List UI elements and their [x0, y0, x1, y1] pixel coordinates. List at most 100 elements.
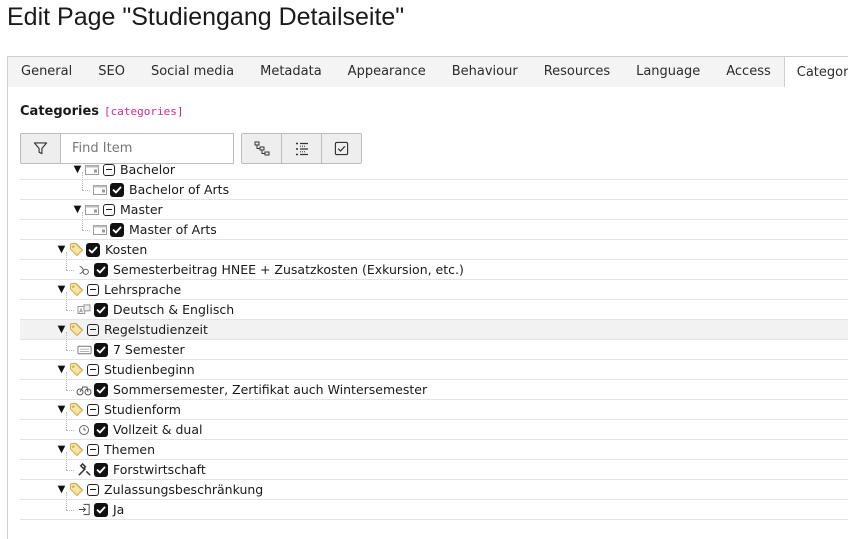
tree-row[interactable]: Bachelor of Arts: [20, 172, 848, 200]
tree-guide-line: [66, 430, 74, 431]
checked-checkbox-icon[interactable]: [110, 222, 124, 237]
categories-panel: Categories [categories] Find Item ▼ Bach…: [7, 87, 848, 539]
tree-row[interactable]: Sommersemester, Zertifikat auch Winterse…: [20, 372, 848, 400]
tree-guide-line: [66, 390, 74, 391]
tree-row[interactable]: A Deutsch & Englisch: [20, 292, 848, 320]
folder-icon: [92, 222, 108, 238]
tree-guide-line: [66, 350, 74, 351]
partial-checkbox-icon[interactable]: [87, 483, 99, 496]
tag-icon: [68, 442, 84, 458]
tree-guide-line: [82, 172, 83, 190]
field-code: [categories]: [104, 105, 184, 118]
tree-item-label: Bachelor of Arts: [129, 182, 230, 197]
tree-row[interactable]: 7 Semester: [20, 332, 848, 360]
tree-guide-line: [66, 332, 67, 350]
tree-item-label: Master: [120, 202, 163, 217]
tab-behaviour[interactable]: Behaviour: [439, 57, 531, 87]
tree-item-label: Regelstudienzeit: [104, 322, 208, 337]
partial-checkbox-icon[interactable]: [103, 203, 115, 216]
tree-item-label: Studienbeginn: [104, 362, 195, 377]
tree-row[interactable]: ▼ Kosten: [20, 240, 848, 260]
tag-icon: [68, 402, 84, 418]
filter-icon: [33, 142, 48, 155]
tag-icon: [68, 322, 84, 338]
bicycle-icon: [76, 382, 92, 398]
tree-row[interactable]: ▼ Studienbeginn: [20, 360, 848, 380]
tree-guide-line: [66, 470, 74, 471]
tree-row[interactable]: ▼ Lehrsprache: [20, 280, 848, 300]
tree-item-label: Bachelor: [120, 162, 175, 177]
tree-row[interactable]: ▼ Regelstudienzeit: [20, 320, 848, 340]
tree-row[interactable]: Semesterbeitrag HNEE + Zusatzkosten (Exk…: [20, 252, 848, 280]
tree-item-label: Semesterbeitrag HNEE + Zusatzkosten (Exk…: [113, 262, 464, 277]
folder-icon: [92, 182, 108, 198]
tree-item-label: Studienform: [104, 402, 181, 417]
tab-social-media[interactable]: Social media: [138, 57, 247, 87]
tab-resources[interactable]: Resources: [531, 57, 623, 87]
tag-icon: [68, 482, 84, 498]
tree-guide-line: [66, 412, 67, 430]
field-label-text: Categories: [20, 104, 100, 119]
checked-checkbox-icon[interactable]: [94, 422, 108, 437]
tree-row[interactable]: Master of Arts: [20, 212, 848, 240]
tree-item-label: Themen: [104, 442, 156, 457]
folder-icon: [84, 162, 100, 178]
tree-item-label: Forstwirtschaft: [113, 462, 206, 477]
clock-icon: [76, 422, 92, 438]
tree-row[interactable]: Ja: [20, 492, 848, 520]
tab-language[interactable]: Language: [623, 57, 713, 87]
partial-checkbox-icon[interactable]: [87, 443, 99, 456]
calendar-icon: [76, 342, 92, 358]
tab-general[interactable]: General: [8, 57, 85, 87]
tree-row[interactable]: ▼ Themen: [20, 440, 848, 460]
svg-text:A: A: [79, 308, 83, 314]
tree-item-label: Ja: [113, 502, 125, 517]
tree-guide-line: [66, 310, 74, 311]
tab-appearance[interactable]: Appearance: [335, 57, 439, 87]
checked-checkbox-icon[interactable]: [110, 182, 124, 197]
tree-guide-line: [66, 372, 67, 390]
tree-expand-icon: [254, 141, 269, 155]
partial-checkbox-icon[interactable]: [87, 323, 99, 336]
checked-checkbox-icon[interactable]: [94, 382, 108, 397]
tools-icon: [76, 462, 92, 478]
checked-checkbox-icon[interactable]: [94, 462, 108, 477]
partial-checkbox-icon[interactable]: [87, 363, 99, 376]
tree-guide-line: [66, 492, 67, 510]
tree-item-label: Vollzeit & dual: [113, 422, 203, 437]
tab-categories[interactable]: Categories: [783, 56, 848, 88]
checked-checkbox-icon[interactable]: [94, 262, 108, 277]
tree-guide-line: [66, 292, 67, 310]
tab-access[interactable]: Access: [713, 57, 784, 87]
tree-item-label: 7 Semester: [113, 342, 185, 357]
tree-item-label: Lehrsprache: [104, 282, 182, 297]
tree-row[interactable]: Vollzeit & dual: [20, 412, 848, 440]
language-icon: A: [76, 302, 92, 318]
tree-guide-line: [82, 212, 83, 230]
tree-guide-line: [66, 452, 67, 470]
checked-checkbox-icon[interactable]: [94, 502, 108, 517]
tree-row[interactable]: ▼ Bachelor: [20, 160, 848, 180]
checkbox-icon: [334, 141, 349, 156]
tag-icon: [68, 242, 84, 258]
tab-metadata[interactable]: Metadata: [247, 57, 335, 87]
tree-item-label: Sommersemester, Zertifikat auch Winterse…: [113, 382, 428, 397]
tag-icon: [68, 282, 84, 298]
checked-checkbox-icon[interactable]: [86, 242, 100, 257]
tree-row[interactable]: Forstwirtschaft: [20, 452, 848, 480]
tree-item-label: Zulassungsbeschränkung: [104, 482, 264, 497]
tab-seo[interactable]: SEO: [85, 57, 138, 87]
list-icon: [295, 142, 308, 155]
tree-item-label: Deutsch & Englisch: [113, 302, 235, 317]
tab-bar: General SEO Social media Metadata Appearance…: [7, 56, 848, 88]
tree-row[interactable]: ▼ Zulassungsbeschränkung: [20, 480, 848, 500]
checked-checkbox-icon[interactable]: [94, 302, 108, 317]
partial-checkbox-icon[interactable]: [103, 163, 115, 176]
tree-row[interactable]: ▼ Master: [20, 200, 848, 220]
partial-checkbox-icon[interactable]: [87, 283, 99, 296]
checked-checkbox-icon[interactable]: [94, 342, 108, 357]
coins-icon: [76, 262, 92, 278]
tree-row[interactable]: ▼ Studienform: [20, 400, 848, 420]
tree-guide-line: [66, 252, 67, 270]
partial-checkbox-icon[interactable]: [87, 403, 99, 416]
